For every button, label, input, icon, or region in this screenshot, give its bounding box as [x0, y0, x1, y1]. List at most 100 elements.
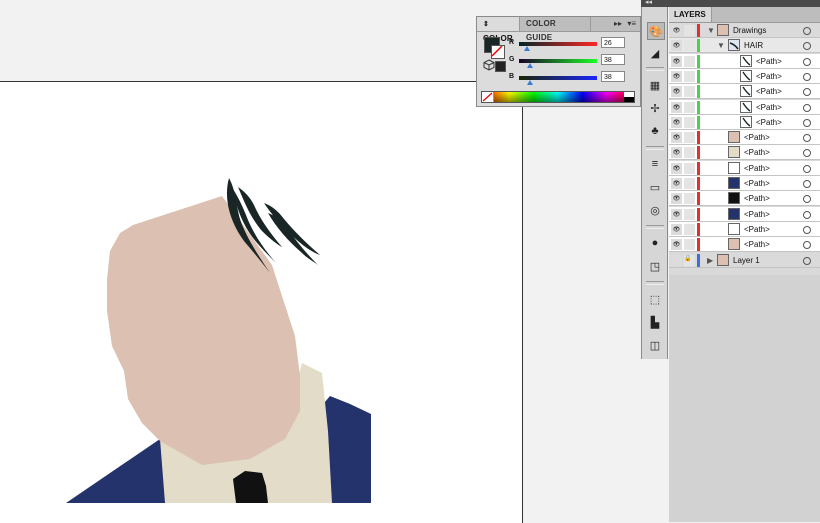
graphic-styles-icon[interactable]: ◳ [647, 258, 663, 274]
artboard[interactable] [0, 81, 523, 523]
expand-triangle-icon[interactable]: ▼ [707, 26, 715, 35]
lock-toggle[interactable] [684, 25, 695, 36]
tie-shape[interactable] [233, 471, 268, 503]
target-circle-icon[interactable] [803, 195, 811, 204]
default-color-swatch[interactable] [495, 61, 506, 72]
lock-toggle[interactable] [684, 101, 695, 113]
lock-toggle[interactable] [684, 193, 695, 205]
channel-g-handle[interactable] [527, 63, 533, 68]
tab-color[interactable]: ⇕ COLOR [477, 17, 520, 43]
lock-toggle[interactable] [684, 147, 695, 159]
visibility-eye-icon[interactable]: 👁 [671, 101, 682, 113]
lock-toggle[interactable] [684, 55, 695, 67]
gradient-icon[interactable]: ▭ [647, 179, 663, 195]
layer-row[interactable]: 👁 <Path> [669, 84, 820, 100]
target-circle-icon[interactable] [803, 164, 811, 173]
swatches-icon[interactable]: ▦ [647, 77, 663, 93]
panel-menu-icon[interactable]: ▾≡ [627, 19, 636, 28]
target-circle-icon[interactable] [803, 57, 811, 66]
expand-panel-icon[interactable]: ▸▸ [614, 19, 622, 28]
collapse-dock-icon[interactable]: ◂◂ [645, 0, 652, 6]
visibility-eye-icon[interactable] [671, 254, 682, 266]
visibility-eye-icon[interactable]: 👁 [671, 116, 682, 128]
layer-row[interactable]: 👁 <Path> [669, 145, 820, 161]
layer-row[interactable]: 👁 <Path> [669, 53, 820, 69]
target-circle-icon[interactable] [803, 88, 811, 97]
target-circle-icon[interactable] [803, 134, 811, 143]
visibility-eye-icon[interactable]: 👁 [671, 40, 682, 52]
stroke-icon[interactable]: ≡ [647, 156, 663, 172]
layer-row[interactable]: 👁 <Path> [669, 206, 820, 222]
target-circle-icon[interactable] [803, 27, 811, 35]
layer-row[interactable]: 👁 <Path> [669, 160, 820, 176]
target-circle-icon[interactable] [803, 72, 811, 81]
target-circle-icon[interactable] [803, 149, 811, 158]
tab-color-guide[interactable]: COLOR GUIDE [520, 17, 591, 42]
visibility-eye-icon[interactable]: 👁 [671, 193, 682, 205]
target-circle-icon[interactable] [803, 210, 811, 219]
artwork-illustration[interactable] [0, 82, 522, 523]
collapse-arrow-icon[interactable]: ⇕ [483, 21, 489, 28]
black-white-swatch[interactable] [624, 92, 634, 102]
symbols-icon[interactable]: ♣ [647, 123, 663, 139]
visibility-eye-icon[interactable]: 👁 [671, 25, 682, 36]
lock-toggle[interactable] [684, 70, 695, 82]
layer-row[interactable]: 👁 ▼ Drawings [669, 23, 820, 38]
layer-row[interactable]: 👁 <Path> [669, 176, 820, 191]
color-spectrum[interactable] [481, 91, 635, 103]
layer-row[interactable]: 👁 <Path> [669, 68, 820, 84]
lock-toggle[interactable] [684, 40, 695, 52]
lock-toggle[interactable] [684, 116, 695, 128]
pathfinder-icon[interactable]: ◫ [647, 337, 663, 353]
target-circle-icon[interactable] [803, 256, 811, 265]
transparency-icon[interactable]: ◎ [647, 202, 663, 218]
layer-row[interactable]: 👁 <Path> [669, 191, 820, 207]
target-circle-icon[interactable] [803, 180, 811, 188]
channel-r-input[interactable]: 26 [601, 37, 625, 48]
tab-layers[interactable]: LAYERS [669, 7, 712, 22]
visibility-eye-icon[interactable]: 👁 [671, 70, 682, 82]
layer-row[interactable]: 👁 <Path> [669, 99, 820, 115]
expand-triangle-icon[interactable]: ▼ [717, 41, 725, 50]
align-icon[interactable]: ▙ [647, 314, 663, 330]
visibility-eye-icon[interactable]: 👁 [671, 55, 682, 67]
target-circle-icon[interactable] [803, 103, 811, 112]
layer-row[interactable]: 👁 ▼ HAIR [669, 38, 820, 54]
visibility-eye-icon[interactable]: 👁 [671, 162, 682, 174]
visibility-eye-icon[interactable]: 👁 [671, 86, 682, 98]
layer-row[interactable]: 👁 <Path> [669, 130, 820, 146]
target-circle-icon[interactable] [803, 241, 811, 250]
channel-b-handle[interactable] [527, 80, 533, 85]
visibility-eye-icon[interactable]: 👁 [671, 132, 682, 144]
channel-r-handle[interactable] [524, 46, 530, 51]
color-panel-icon[interactable]: 🎨 [647, 22, 665, 40]
layer-row[interactable]: 👁 <Path> [669, 221, 820, 237]
lock-toggle[interactable] [684, 208, 695, 220]
channel-g-input[interactable]: 38 [601, 54, 625, 65]
lock-toggle[interactable] [684, 132, 695, 144]
target-circle-icon[interactable] [803, 118, 811, 127]
layer-row[interactable]: 🔒 ▶ Layer 1 [669, 252, 820, 268]
color-guide-icon[interactable]: ◢ [647, 45, 663, 61]
dock-titlebar[interactable]: ◂◂ [641, 0, 820, 7]
transform-icon[interactable]: ⬚ [647, 291, 663, 307]
lock-toggle[interactable] [684, 239, 695, 251]
visibility-eye-icon[interactable]: 👁 [671, 208, 682, 220]
layer-row[interactable]: 👁 <Path> [669, 114, 820, 130]
cube-icon[interactable] [483, 59, 495, 71]
layer-row[interactable]: 👁 <Path> [669, 237, 820, 253]
channel-r-slider[interactable] [519, 42, 597, 46]
none-color-icon[interactable] [482, 92, 494, 102]
appearance-icon[interactable]: ● [647, 235, 663, 251]
visibility-eye-icon[interactable]: 👁 [671, 178, 682, 189]
lock-toggle[interactable] [684, 162, 695, 174]
visibility-eye-icon[interactable]: 👁 [671, 239, 682, 251]
brushes-icon[interactable]: ✢ [647, 100, 663, 116]
channel-b-input[interactable]: 38 [601, 71, 625, 82]
lock-toggle[interactable] [684, 86, 695, 98]
target-circle-icon[interactable] [803, 42, 811, 51]
target-circle-icon[interactable] [803, 225, 811, 234]
visibility-eye-icon[interactable]: 👁 [671, 147, 682, 159]
lock-toggle[interactable] [684, 178, 695, 189]
lock-toggle[interactable] [684, 223, 695, 235]
